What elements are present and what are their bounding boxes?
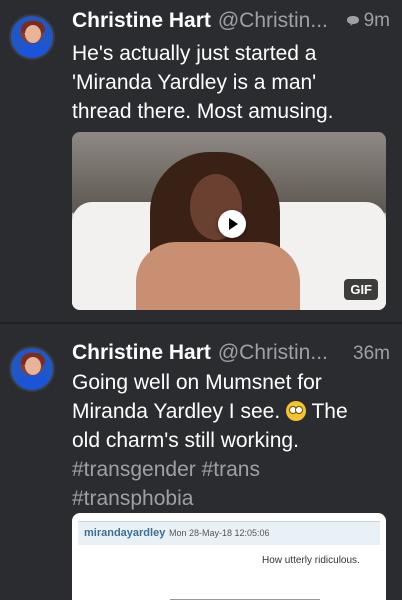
author-handle[interactable]: @Christin... xyxy=(218,9,328,33)
author-handle[interactable]: @Christin... xyxy=(218,341,328,365)
tweet-time: 36m xyxy=(353,343,390,364)
hashtag-line[interactable]: #transgender #trans xyxy=(72,455,388,484)
avatar[interactable] xyxy=(9,346,55,392)
tweet-text-line: Going well on Mumsnet for xyxy=(72,371,322,394)
hashtag-line[interactable]: #transphobia xyxy=(72,484,388,513)
tweet-text-line: thread there. Most amusing. xyxy=(72,100,334,123)
tweet-item[interactable]: Christine Hart @Christin... 9m He's actu… xyxy=(0,0,402,322)
tweet-text-fragment: Miranda Yardley I see. xyxy=(72,400,281,423)
tweet-text: He's actually just started a 'Miranda Ya… xyxy=(72,39,388,126)
tweet-header: Christine Hart @Christin... 9m xyxy=(72,9,390,39)
gif-media[interactable]: GIF xyxy=(72,132,386,310)
tweet-time: 9m xyxy=(363,10,390,31)
tweet-text: Going well on Mumsnet for Miranda Yardle… xyxy=(72,368,388,513)
avatar-shirt xyxy=(17,376,51,390)
tweet-meta: 9m xyxy=(346,10,390,32)
avatar-shirt xyxy=(17,44,51,58)
play-button-icon[interactable] xyxy=(218,210,246,238)
gif-person-dress xyxy=(136,242,300,310)
quote-username: mirandayardley xyxy=(84,527,166,539)
tweet-item[interactable]: Christine Hart @Christin... 36m Going we… xyxy=(0,324,402,600)
gif-badge: GIF xyxy=(344,279,378,300)
quote-header: mirandayardley Mon 28-May-18 12:05:06 xyxy=(78,521,380,545)
face-with-rolling-eyes-icon xyxy=(286,401,307,421)
quote-body: How utterly ridiculous. xyxy=(262,555,360,566)
quote-date: Mon 28-May-18 12:05:06 xyxy=(169,528,270,538)
tweet-text-line: He's actually just started a xyxy=(72,42,317,65)
avatar[interactable] xyxy=(9,14,55,60)
avatar-face xyxy=(25,25,41,43)
tweet-header: Christine Hart @Christin... 36m xyxy=(72,341,390,371)
quoted-screenshot[interactable]: mirandayardley Mon 28-May-18 12:05:06 Ho… xyxy=(72,513,386,600)
author-name[interactable]: Christine Hart xyxy=(72,9,211,33)
tweet-meta: 36m xyxy=(353,343,390,365)
tweet-text-line: Miranda Yardley I see. The xyxy=(72,397,388,426)
tweet-text-line: old charm's still working. xyxy=(72,429,299,452)
tweet-text-fragment: The xyxy=(311,400,348,423)
tweet-text-line: 'Miranda Yardley is a man' xyxy=(72,71,317,94)
author-name[interactable]: Christine Hart xyxy=(72,341,211,365)
reply-icon xyxy=(346,16,359,26)
avatar-face xyxy=(25,357,41,375)
